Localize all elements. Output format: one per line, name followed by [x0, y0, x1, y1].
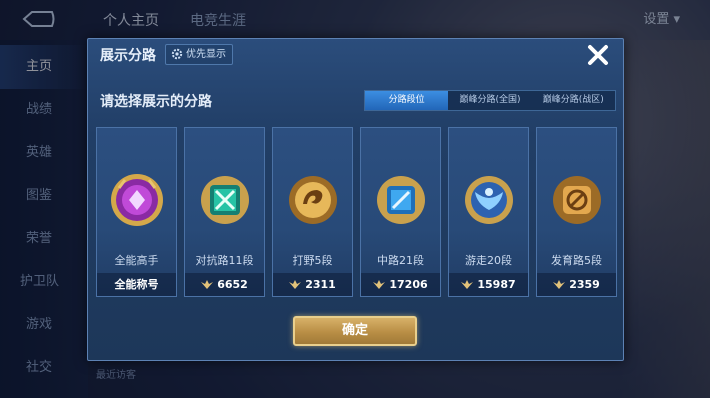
route-display-dialog: 展示分路 优先显示 请选择展示的分路 分路段位 巅峰分路(全国) 巅峰分路(战区…	[87, 38, 624, 361]
route-card-jungle[interactable]: 打野5段 2311	[272, 127, 353, 297]
jungle-dragon-emblem-icon	[289, 176, 337, 224]
rank-type-tabs: 分路段位 巅峰分路(全国) 巅峰分路(战区)	[364, 90, 616, 111]
clash-lane-emblem-icon	[201, 176, 249, 224]
route-card-clash-lane[interactable]: 对抗路11段 6652	[184, 127, 265, 297]
farm-lane-emblem-icon	[553, 176, 601, 224]
route-score: 17206	[361, 273, 440, 296]
route-card-roam[interactable]: 游走20段 15987	[448, 127, 529, 297]
route-score: 2311	[273, 273, 352, 296]
dialog-title: 展示分路	[100, 48, 156, 64]
peak-rune-icon	[289, 280, 302, 289]
route-card-all-round[interactable]: 全能高手 全能称号	[96, 127, 177, 297]
route-value: 全能称号	[97, 273, 176, 296]
roam-wing-emblem-icon	[465, 176, 513, 224]
route-name: 全能高手	[114, 254, 159, 267]
route-card-mid-lane[interactable]: 中路21段 17206	[360, 127, 441, 297]
peak-rune-icon	[461, 280, 474, 289]
tab-peak-region[interactable]: 巅峰分路(战区)	[531, 91, 615, 110]
route-name: 对抗路11段	[195, 254, 254, 267]
peak-rune-icon	[373, 280, 386, 289]
route-score: 2359	[537, 273, 616, 296]
dialog-header: 展示分路 优先显示	[88, 39, 623, 69]
route-card-list: 全能高手 全能称号 对抗路11段 6652 打野5段 2311 中路21段 17…	[96, 127, 617, 297]
mid-lane-emblem-icon	[377, 176, 425, 224]
priority-display-button[interactable]: 优先显示	[165, 44, 233, 65]
close-icon[interactable]	[584, 41, 612, 69]
route-name: 游走20段	[465, 254, 512, 267]
route-name: 打野5段	[292, 254, 333, 267]
tab-peak-national[interactable]: 巅峰分路(全国)	[448, 91, 532, 110]
all-round-emblem-icon	[111, 174, 163, 226]
tab-route-rank[interactable]: 分路段位	[365, 91, 449, 110]
route-name: 中路21段	[377, 254, 424, 267]
route-card-farm-lane[interactable]: 发育路5段 2359	[536, 127, 617, 297]
peak-rune-icon	[553, 280, 566, 289]
route-score: 6652	[185, 273, 264, 296]
priority-display-label: 优先显示	[186, 49, 226, 60]
confirm-button[interactable]: 确定	[293, 316, 417, 346]
peak-rune-icon	[201, 280, 214, 289]
route-score: 15987	[449, 273, 528, 296]
route-name: 发育路5段	[551, 254, 602, 267]
gear-icon	[171, 48, 183, 60]
select-route-heading: 请选择展示的分路	[100, 94, 212, 110]
